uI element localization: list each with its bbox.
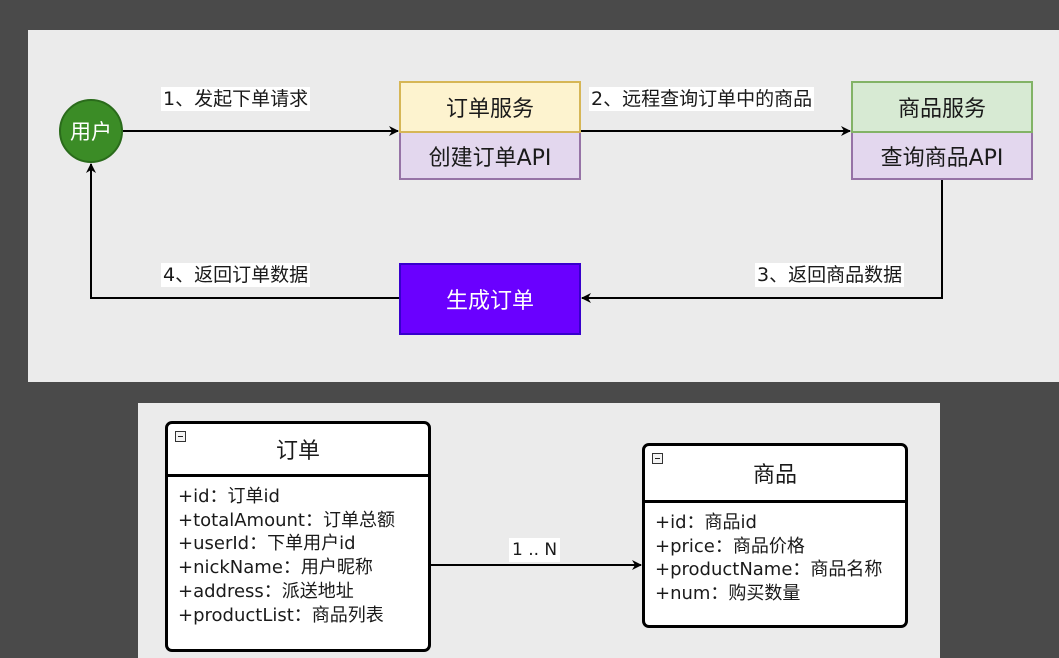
order-field: +totalAmount：订单总额 <box>178 509 395 531</box>
generate-order-node: 生成订单 <box>399 263 581 335</box>
relation-label: 1 .. N <box>509 538 561 562</box>
order-field: +nickName：用户昵称 <box>178 557 373 579</box>
collapse-icon[interactable] <box>652 453 663 464</box>
edge-step4-label: 4、返回订单数据 <box>161 263 311 287</box>
order-service-api: 创建订单API <box>399 133 581 180</box>
order-service-title: 订单服务 <box>399 81 581 133</box>
product-entity-fields: +id：商品id +price：商品价格 +productName：商品名称 +… <box>645 503 905 606</box>
order-entity: 订单 +id：订单id +totalAmount：订单总额 +userId：下单… <box>165 421 431 652</box>
product-field: +id：商品id <box>655 512 757 533</box>
collapse-icon[interactable] <box>175 431 186 442</box>
edge-step2-label: 2、远程查询订单中的商品 <box>589 87 815 111</box>
product-service-api: 查询商品API <box>851 133 1033 180</box>
order-entity-title: 订单 <box>275 439 320 464</box>
user-node: 用户 <box>59 99 123 163</box>
product-service-title: 商品服务 <box>851 81 1033 133</box>
order-entity-header: 订单 <box>168 424 428 477</box>
product-entity-header: 商品 <box>645 446 905 503</box>
product-entity: 商品 +id：商品id +price：商品价格 +productName：商品名… <box>642 443 908 628</box>
product-field: +productName：商品名称 <box>655 559 883 581</box>
order-field: +userId：下单用户id <box>178 533 356 555</box>
product-field: +num：购买数量 <box>655 583 801 605</box>
order-field: +address：派送地址 <box>178 580 354 602</box>
order-field: +productList：商品列表 <box>178 604 384 626</box>
order-entity-fields: +id：订单id +totalAmount：订单总额 +userId：下单用户i… <box>168 477 428 627</box>
product-field: +price：商品价格 <box>655 535 805 557</box>
order-field: +id：订单id <box>178 486 280 507</box>
edge-step1-label: 1、发起下单请求 <box>161 87 311 111</box>
product-entity-title: 商品 <box>752 463 797 488</box>
edge-step3-label: 3、返回商品数据 <box>755 263 905 287</box>
